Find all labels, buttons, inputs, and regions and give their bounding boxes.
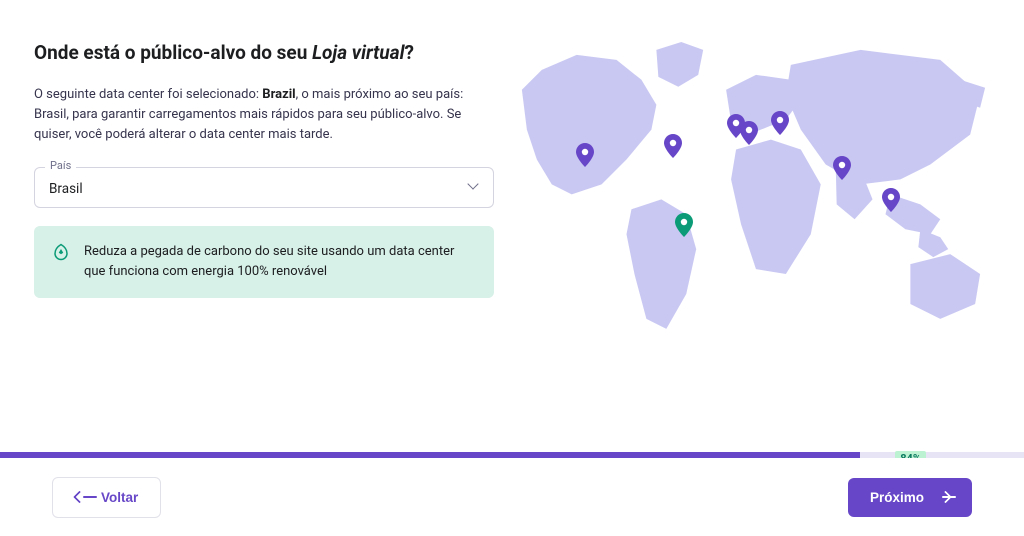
- heading-emphasis: Loja virtual: [312, 41, 404, 64]
- selected-datacenter: Brazil: [262, 87, 295, 102]
- chevron-down-icon: [469, 183, 479, 193]
- leaf-eco-icon: [52, 243, 70, 265]
- map-pin-icon: [675, 213, 693, 237]
- heading-prefix: Onde está o público-alvo do seu: [34, 41, 312, 64]
- arrow-right-icon: [934, 492, 950, 502]
- arrow-left-icon: [75, 492, 91, 502]
- map-pin-icon: [771, 111, 789, 135]
- country-select-value: Brasil: [49, 181, 83, 197]
- next-button[interactable]: Próximo: [848, 478, 972, 517]
- map-pin-icon: [833, 156, 851, 180]
- description-text: O seguinte data center foi selecionado: …: [34, 85, 494, 145]
- footer-navigation: Voltar Próximo: [0, 458, 1024, 536]
- map-pin-icon: [882, 188, 900, 212]
- map-pin-icon: [576, 143, 594, 167]
- country-select[interactable]: País Brasil: [34, 167, 494, 208]
- eco-banner: Reduza a pegada de carbono do seu site u…: [34, 226, 494, 298]
- world-map: [492, 30, 1010, 349]
- eco-banner-text: Reduza a pegada de carbono do seu site u…: [84, 242, 476, 282]
- heading-suffix: ?: [404, 41, 413, 64]
- back-button[interactable]: Voltar: [52, 477, 161, 518]
- map-pin-icon: [740, 121, 758, 145]
- country-select-label: País: [45, 159, 76, 172]
- next-button-label: Próximo: [870, 490, 924, 505]
- map-pin-icon: [664, 134, 682, 158]
- back-button-label: Voltar: [101, 490, 138, 505]
- page-heading: Onde está o público-alvo do seu Loja vir…: [34, 40, 494, 67]
